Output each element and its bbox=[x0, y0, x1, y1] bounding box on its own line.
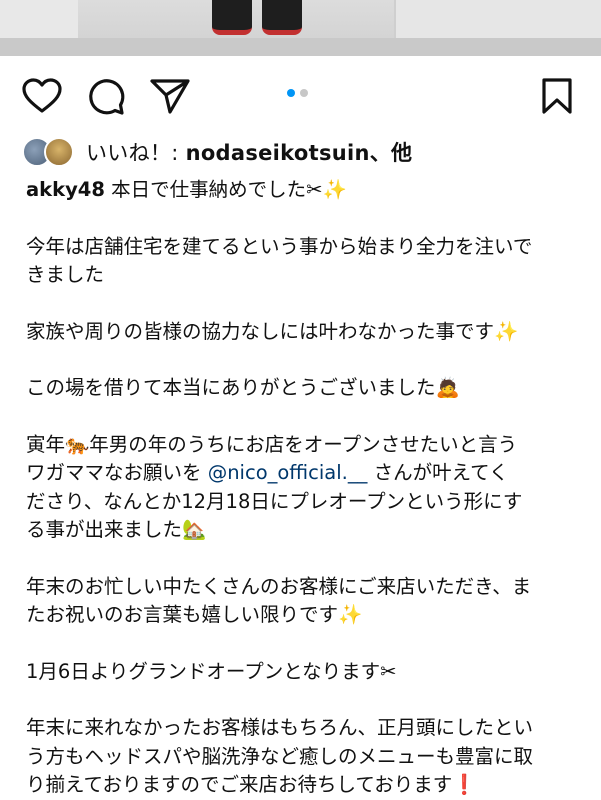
caption-text: ワガママなお願いを bbox=[26, 461, 208, 484]
caption-line-with-mention: ワガママなお願いを @nico_official.__ さんが叶えてく bbox=[26, 459, 586, 488]
post-image[interactable] bbox=[0, 0, 601, 56]
caption-line: 1月6日よりグランドオープンとなります✂ bbox=[26, 659, 397, 683]
image-shoe-left bbox=[212, 0, 252, 35]
caption-text: 本日で仕事納めでした✂✨ bbox=[104, 178, 347, 201]
caption-line: 年末に来れなかったお客様はもちろん、正月頭にしたとい bbox=[26, 716, 534, 739]
image-step bbox=[0, 38, 601, 56]
caption-line: ださり、なんとか12月18日にプレオープンという形にす bbox=[26, 489, 523, 513]
caption-line: たお祝いのお言葉も嬉しい限りです✨ bbox=[26, 603, 363, 626]
likes-text: いいね！: nodaseikotsuin、他 bbox=[86, 137, 412, 167]
carousel-dot-active bbox=[287, 89, 295, 97]
caption-line: 寅年🐅年男の年のうちにお店をオープンさせたいと言う bbox=[26, 432, 518, 456]
avatar bbox=[44, 137, 74, 167]
caption-line: 年末のお忙しい中たくさんのお客様にご来店いただき、ま bbox=[26, 574, 532, 598]
caption-username[interactable]: akky48 bbox=[26, 178, 105, 201]
speech-bubble-icon[interactable] bbox=[87, 78, 125, 116]
caption-text: さんが叶えてく bbox=[367, 461, 509, 484]
likes-others[interactable]: 、他 bbox=[370, 141, 413, 165]
caption-line: 今年は店舗住宅を建てるという事から始まり全力を注いで bbox=[26, 234, 533, 258]
paper-plane-icon[interactable] bbox=[150, 78, 190, 114]
likes-user-link[interactable]: nodaseikotsuin bbox=[186, 141, 370, 165]
bookmark-icon[interactable] bbox=[541, 78, 573, 114]
image-shoe-right bbox=[262, 0, 302, 35]
likes-summary[interactable]: いいね！: nodaseikotsuin、他 bbox=[22, 136, 412, 168]
caption-line: 家族や周りの皆様の協力なしには叶わなかった事です✨ bbox=[26, 319, 519, 343]
likes-prefix: いいね！: bbox=[86, 141, 186, 165]
caption-line: きました bbox=[26, 263, 105, 286]
mention-link[interactable]: @nico_official.__ bbox=[208, 461, 368, 484]
caption-line: る事が出来ました🏡 bbox=[26, 518, 207, 541]
caption-line: この場を借りて本当にありがとうございました🙇 bbox=[26, 376, 460, 399]
post-caption: akky48 本日で仕事納めでした✂✨ 今年は店舗住宅を建てるという事から始まり… bbox=[26, 176, 586, 800]
carousel-dot bbox=[300, 89, 308, 97]
caption-line: り揃えておりますのでご来店お待ちしております❗ bbox=[26, 773, 477, 796]
caption-line: う方もヘッドスパや脳洗浄など癒しのメニューも豊富に取 bbox=[26, 744, 534, 768]
heart-outline-icon[interactable] bbox=[22, 78, 62, 114]
